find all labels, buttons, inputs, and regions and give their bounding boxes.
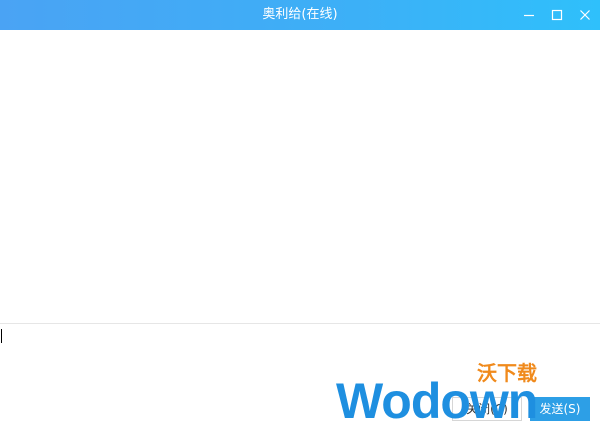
watermark-logo: 沃下载 Wodown bbox=[336, 360, 546, 427]
minimize-button[interactable] bbox=[514, 0, 544, 30]
close-icon bbox=[580, 10, 590, 20]
message-history[interactable] bbox=[0, 30, 600, 323]
window-title: 奥利给(在线) bbox=[262, 7, 338, 22]
chat-window: 奥利给(在线) 关闭(C) 发送(S) 沃下载 Wodown bbox=[0, 0, 600, 427]
close-window-button[interactable] bbox=[570, 0, 600, 30]
maximize-button[interactable] bbox=[542, 0, 572, 30]
minimize-icon bbox=[524, 14, 534, 17]
text-caret bbox=[1, 329, 2, 343]
title-bar[interactable]: 奥利给(在线) bbox=[0, 0, 600, 30]
watermark-brand: Wodown bbox=[336, 373, 538, 427]
maximize-icon bbox=[551, 9, 563, 21]
